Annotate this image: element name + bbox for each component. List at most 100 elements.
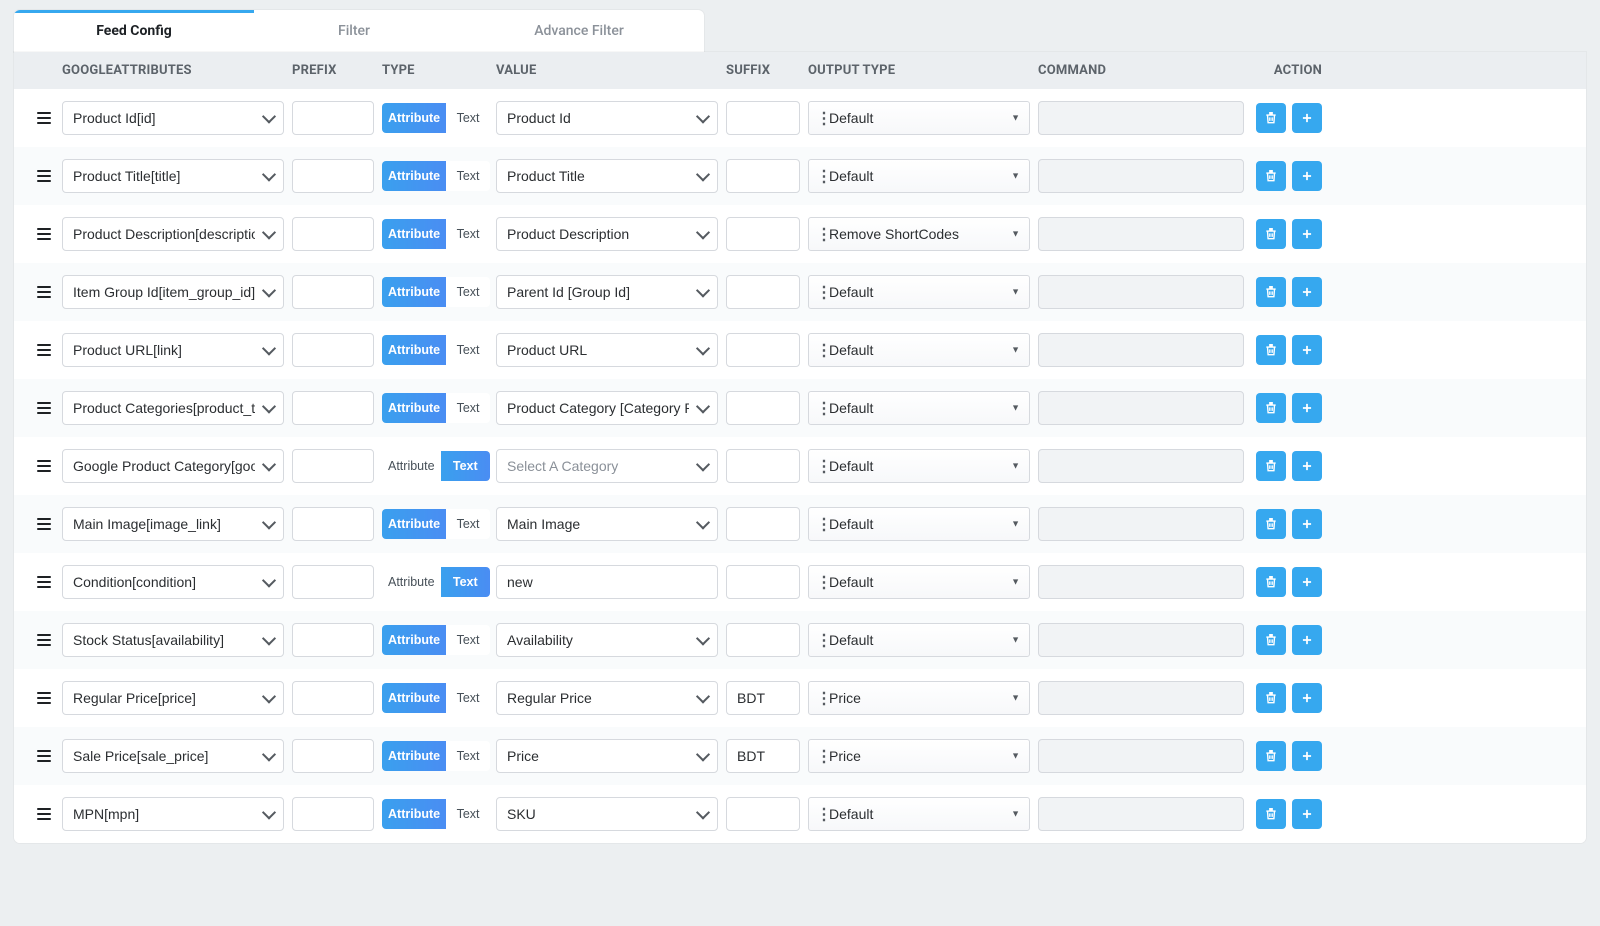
add-row-button[interactable] [1292, 567, 1322, 597]
prefix-input[interactable] [292, 739, 374, 773]
drag-handle[interactable] [30, 111, 58, 125]
output-type-select[interactable]: Default [808, 797, 1030, 831]
delete-row-button[interactable] [1256, 741, 1286, 771]
type-text-button[interactable]: Text [441, 567, 490, 597]
type-attribute-button[interactable]: Attribute [382, 509, 446, 539]
google-attribute-select[interactable]: Google Product Category[google_product_c… [62, 449, 284, 483]
type-attribute-button[interactable]: Attribute [382, 335, 446, 365]
drag-handle[interactable] [30, 343, 58, 357]
add-row-button[interactable] [1292, 451, 1322, 481]
suffix-input[interactable] [726, 623, 800, 657]
command-input[interactable] [1038, 623, 1244, 657]
suffix-input[interactable] [726, 159, 800, 193]
type-attribute-button[interactable]: Attribute [382, 451, 441, 481]
prefix-input[interactable] [292, 797, 374, 831]
google-attribute-select[interactable]: Product Categories[product_type] [62, 391, 284, 425]
google-attribute-select[interactable]: Product Description[description] [62, 217, 284, 251]
prefix-input[interactable] [292, 275, 374, 309]
output-type-select[interactable]: Price [808, 739, 1030, 773]
type-text-button[interactable]: Text [446, 219, 490, 249]
add-row-button[interactable] [1292, 277, 1322, 307]
suffix-input[interactable] [726, 797, 800, 831]
type-attribute-button[interactable]: Attribute [382, 625, 446, 655]
type-text-button[interactable]: Text [446, 161, 490, 191]
command-input[interactable] [1038, 101, 1244, 135]
suffix-input[interactable] [726, 333, 800, 367]
tab-feed-config[interactable]: Feed Config [14, 10, 254, 52]
delete-row-button[interactable] [1256, 451, 1286, 481]
drag-handle[interactable] [30, 575, 58, 589]
drag-handle[interactable] [30, 227, 58, 241]
value-select[interactable]: Product Description [496, 217, 718, 251]
output-type-select[interactable]: Default [808, 507, 1030, 541]
output-type-select[interactable]: Price [808, 681, 1030, 715]
google-attribute-select[interactable]: Product Id[id] [62, 101, 284, 135]
type-attribute-button[interactable]: Attribute [382, 567, 441, 597]
google-attribute-select[interactable]: Product URL[link] [62, 333, 284, 367]
drag-handle[interactable] [30, 169, 58, 183]
delete-row-button[interactable] [1256, 625, 1286, 655]
prefix-input[interactable] [292, 217, 374, 251]
output-type-select[interactable]: Default [808, 449, 1030, 483]
output-type-select[interactable]: Default [808, 159, 1030, 193]
delete-row-button[interactable] [1256, 799, 1286, 829]
add-row-button[interactable] [1292, 799, 1322, 829]
value-select[interactable]: Product Title [496, 159, 718, 193]
value-select[interactable]: Regular Price [496, 681, 718, 715]
type-text-button[interactable]: Text [446, 741, 490, 771]
type-attribute-button[interactable]: Attribute [382, 277, 446, 307]
add-row-button[interactable] [1292, 393, 1322, 423]
type-text-button[interactable]: Text [446, 277, 490, 307]
value-select[interactable]: Parent Id [Group Id] [496, 275, 718, 309]
drag-handle[interactable] [30, 691, 58, 705]
google-attribute-select[interactable]: Condition[condition] [62, 565, 284, 599]
type-text-button[interactable]: Text [441, 451, 490, 481]
suffix-input[interactable] [726, 449, 800, 483]
type-text-button[interactable]: Text [446, 103, 490, 133]
prefix-input[interactable] [292, 681, 374, 715]
type-attribute-button[interactable]: Attribute [382, 161, 446, 191]
suffix-input[interactable] [726, 565, 800, 599]
command-input[interactable] [1038, 159, 1244, 193]
suffix-input[interactable] [726, 739, 800, 773]
output-type-select[interactable]: Default [808, 333, 1030, 367]
delete-row-button[interactable] [1256, 103, 1286, 133]
drag-handle[interactable] [30, 517, 58, 531]
drag-handle[interactable] [30, 285, 58, 299]
command-input[interactable] [1038, 391, 1244, 425]
add-row-button[interactable] [1292, 683, 1322, 713]
delete-row-button[interactable] [1256, 219, 1286, 249]
add-row-button[interactable] [1292, 625, 1322, 655]
command-input[interactable] [1038, 507, 1244, 541]
prefix-input[interactable] [292, 565, 374, 599]
command-input[interactable] [1038, 275, 1244, 309]
prefix-input[interactable] [292, 623, 374, 657]
type-text-button[interactable]: Text [446, 625, 490, 655]
delete-row-button[interactable] [1256, 277, 1286, 307]
delete-row-button[interactable] [1256, 683, 1286, 713]
google-attribute-select[interactable]: Stock Status[availability] [62, 623, 284, 657]
type-text-button[interactable]: Text [446, 393, 490, 423]
delete-row-button[interactable] [1256, 335, 1286, 365]
type-attribute-button[interactable]: Attribute [382, 103, 446, 133]
output-type-select[interactable]: Remove ShortCodes [808, 217, 1030, 251]
prefix-input[interactable] [292, 449, 374, 483]
type-attribute-button[interactable]: Attribute [382, 683, 446, 713]
suffix-input[interactable] [726, 275, 800, 309]
delete-row-button[interactable] [1256, 509, 1286, 539]
prefix-input[interactable] [292, 101, 374, 135]
output-type-select[interactable]: Default [808, 623, 1030, 657]
add-row-button[interactable] [1292, 509, 1322, 539]
prefix-input[interactable] [292, 333, 374, 367]
value-select[interactable]: Availability [496, 623, 718, 657]
value-input[interactable] [496, 565, 718, 599]
suffix-input[interactable] [726, 507, 800, 541]
delete-row-button[interactable] [1256, 393, 1286, 423]
type-text-button[interactable]: Text [446, 683, 490, 713]
type-attribute-button[interactable]: Attribute [382, 741, 446, 771]
value-select[interactable]: Product Id [496, 101, 718, 135]
google-attribute-select[interactable]: Main Image[image_link] [62, 507, 284, 541]
command-input[interactable] [1038, 739, 1244, 773]
type-attribute-button[interactable]: Attribute [382, 219, 446, 249]
output-type-select[interactable]: Default [808, 391, 1030, 425]
